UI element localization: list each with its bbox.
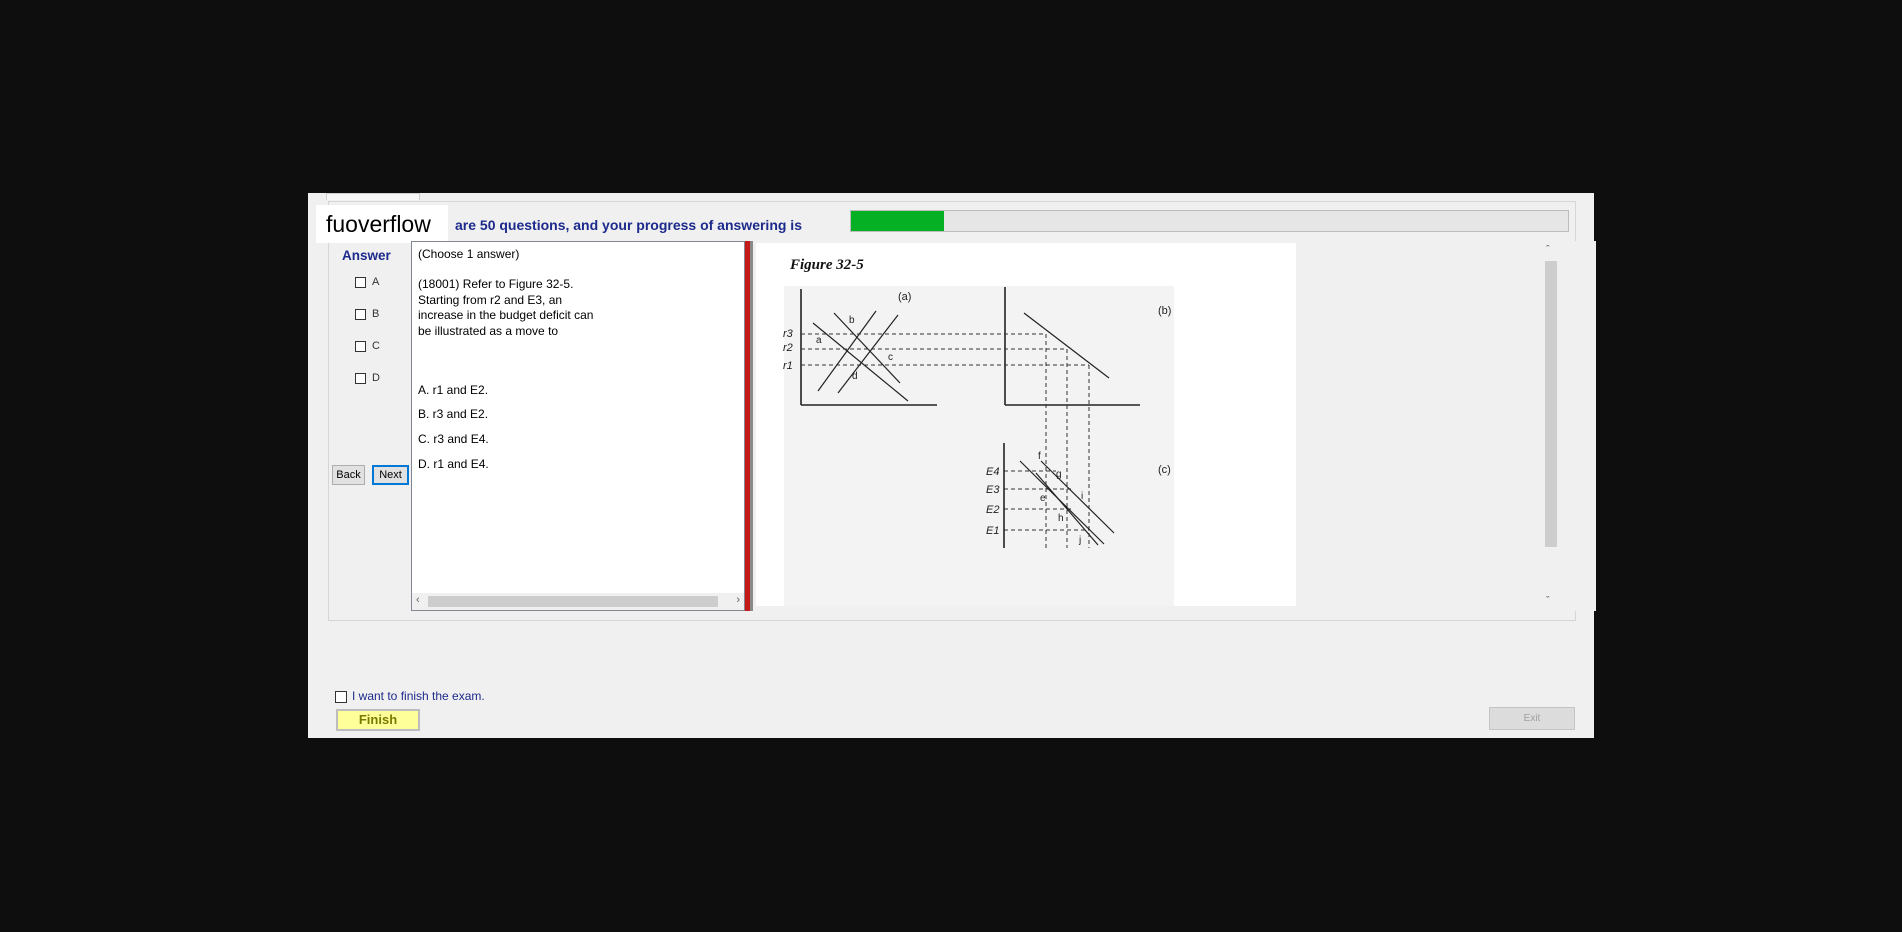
progress-text: are 50 questions, and your progress of a… (455, 217, 802, 233)
progress-fill (851, 211, 945, 231)
label-r1: r1 (783, 360, 793, 372)
scrollbar-thumb[interactable] (428, 596, 718, 607)
choice-d: D. r1 and E4. (418, 457, 489, 471)
point-j: j (1078, 535, 1081, 546)
tab-stub (326, 193, 420, 200)
option-label: A (372, 276, 380, 289)
label-r2: r2 (783, 342, 793, 354)
option-a-checkbox[interactable]: A (355, 276, 415, 292)
stem-line: be illustrated as a move to (418, 323, 559, 338)
label-r3: r3 (783, 328, 794, 340)
scrollbar-thumb[interactable] (1545, 261, 1557, 547)
exit-button[interactable]: Exit (1489, 707, 1575, 730)
choice-a: A. r1 and E2. (418, 383, 489, 397)
stem-line: (18001) Refer to Figure 32-5. (418, 277, 574, 291)
label-e2: E2 (986, 504, 999, 516)
scroll-up-icon[interactable]: ˆ (1546, 244, 1550, 256)
choice-b: B. r3 and E2. (418, 407, 489, 421)
point-h: h (1058, 513, 1064, 524)
question-stem: (18001) Refer to Figure 32-5. Starting f… (418, 277, 618, 339)
point-d: d (852, 371, 858, 382)
label-e1: E1 (986, 525, 999, 537)
horizontal-scrollbar[interactable]: ‹ › (412, 593, 744, 610)
label-panel-c: (c) (1158, 464, 1171, 476)
label-panel-b: (b) (1158, 305, 1171, 317)
checkbox-icon (355, 340, 366, 352)
finish-button[interactable]: Finish (336, 709, 420, 731)
finish-check-label: I want to finish the exam. (352, 689, 485, 703)
stem-line: Starting from r2 and E3, an (418, 292, 563, 307)
point-c: c (888, 352, 893, 363)
figure-canvas: Figure 32-5 (a) (b) (c) r3 r2 r1 E4 E3 E… (756, 243, 1296, 606)
checkbox-icon (335, 690, 347, 703)
option-label: D (372, 372, 380, 385)
checkbox-icon (355, 372, 366, 384)
question-instruction: (Choose 1 answer) (418, 247, 520, 261)
scroll-down-icon[interactable]: ˇ (1546, 595, 1550, 607)
point-b: b (849, 315, 855, 326)
scroll-right-icon[interactable]: › (736, 594, 740, 606)
choice-c: C. r3 and E4. (418, 432, 489, 446)
next-button[interactable]: Next (372, 465, 409, 485)
option-label: B (372, 308, 380, 321)
figure-panel: Figure 32-5 (a) (b) (c) r3 r2 r1 E4 E3 E… (753, 241, 1596, 611)
option-label: C (372, 340, 380, 353)
logo-overlay: fuoverflow (316, 205, 448, 243)
exam-window: fuoverflow are 50 questions, and your pr… (308, 193, 1596, 738)
option-b-checkbox[interactable]: B (355, 308, 415, 324)
stem-line: increase in the budget deficit can (418, 308, 594, 322)
figure-graph: (a) (b) (c) r3 r2 r1 E4 E3 E2 E1 a b c d… (783, 286, 1174, 606)
point-g: g (1056, 469, 1062, 480)
checkbox-icon (355, 276, 366, 288)
point-f: f (1038, 451, 1041, 462)
point-a: a (816, 335, 822, 346)
label-e3: E3 (986, 484, 1000, 496)
label-panel-a: (a) (898, 291, 911, 303)
option-c-checkbox[interactable]: C (355, 340, 415, 356)
label-e4: E4 (986, 466, 999, 478)
finish-exam-checkbox[interactable]: I want to finish the exam. (335, 689, 485, 703)
progress-bar (850, 210, 1569, 232)
option-d-checkbox[interactable]: D (355, 372, 415, 388)
question-panel: (Choose 1 answer) (18001) Refer to Figur… (411, 241, 745, 611)
scroll-left-icon[interactable]: ‹ (416, 594, 420, 606)
point-e: e (1040, 493, 1046, 504)
vertical-scrollbar[interactable]: ˆ ˇ (1542, 243, 1559, 609)
back-button[interactable]: Back (332, 465, 365, 485)
point-i: i (1081, 491, 1083, 502)
answer-heading: Answer (342, 248, 391, 263)
checkbox-icon (355, 308, 366, 320)
